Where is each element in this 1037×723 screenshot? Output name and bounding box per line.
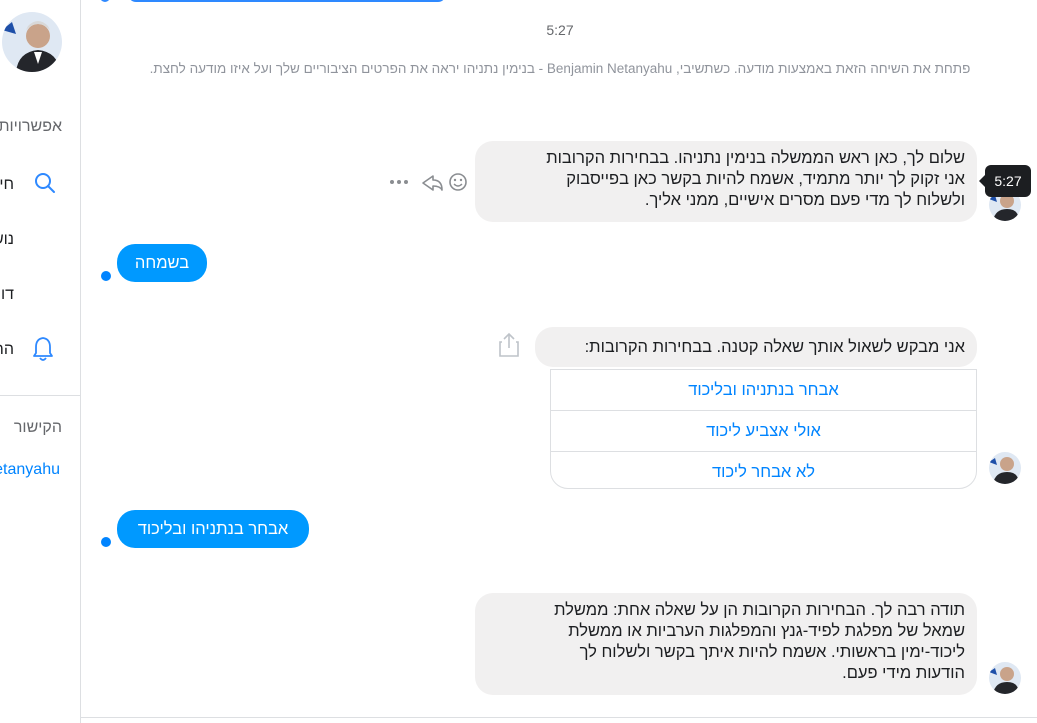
search-icon[interactable]	[34, 172, 56, 199]
message-line: ליכוד-ימין בראשותי. אשמח להיות איתך בקשר…	[579, 643, 965, 661]
sender-avatar[interactable]	[989, 452, 1021, 484]
options-header: אפשרויות	[0, 118, 62, 135]
message-line: הודעות מידי פעם.	[842, 664, 965, 682]
sidebar-item-topic[interactable]: נושא	[0, 231, 14, 249]
sidebar-item-report[interactable]: דוח	[0, 286, 14, 304]
profile-link[interactable]: Benjamin Netanyahu	[0, 461, 60, 479]
quick-reply-button[interactable]: לא אבחר ליכוד	[551, 452, 976, 488]
read-receipt-dot	[100, 270, 112, 282]
links-header: הקישור	[13, 419, 62, 436]
outgoing-message: בשמחה	[117, 244, 207, 282]
incoming-message: אני מבקש לשאול אותך שאלה קטנה. בבחירות ה…	[535, 327, 977, 367]
ad-notice: פתחת את השיחה הזאת באמצעות מודעה. כשתשיב…	[149, 61, 971, 76]
conversation-pane: 5:27 פתחת את השיחה הזאת באמצעות מודעה. כ…	[80, 0, 1037, 723]
profile-avatar[interactable]	[2, 12, 62, 72]
message-actions	[388, 170, 468, 194]
share-icon[interactable]	[498, 332, 520, 363]
incoming-message: שלום לך, כאן ראש הממשלה בנימין נתניהו. ב…	[475, 141, 977, 222]
sender-avatar[interactable]	[989, 662, 1021, 694]
quick-reply-button[interactable]: אבחר בנתניהו ובליכוד	[551, 370, 976, 411]
outgoing-message: אבחר בנתניהו ובליכוד	[117, 510, 309, 548]
composer-divider	[80, 717, 1037, 718]
read-receipt-dot	[100, 536, 112, 548]
sidebar-item-notifications[interactable]: התראות	[0, 341, 14, 359]
message-line: תודה רבה לך. הבחירות הקרובות הן על שאלה …	[554, 601, 965, 619]
sidebar-divider	[0, 395, 80, 396]
conversation-timestamp: 5:27	[546, 22, 574, 38]
search-in-conversation[interactable]: חיפוש בשיחה	[0, 176, 14, 194]
quick-replies: אבחר בנתניהו ובליכוד אולי אצביע ליכוד לא…	[550, 369, 977, 489]
incoming-message: תודה רבה לך. הבחירות הקרובות הן על שאלה …	[475, 593, 977, 695]
quick-reply-button[interactable]: אולי אצביע ליכוד	[551, 411, 976, 452]
read-receipt-dot	[100, 0, 110, 2]
previous-message-bubble	[128, 0, 446, 2]
message-line: ולשלוח לך מדי פעם מסרים אישיים, ממני אלי…	[644, 191, 965, 209]
conversation-info-sidebar: אפשרויות חיפוש בשיחה נושא דוח התראות הקי…	[0, 0, 81, 723]
message-line: שמאל של מפלגת לפיד-גנץ והמפלגות הערביות …	[568, 622, 965, 640]
more-icon[interactable]	[390, 180, 408, 184]
message-line: אני זקוק לך יותר מתמיד, אשמח להיות בקשר …	[566, 170, 965, 188]
emoji-icon[interactable]	[449, 173, 467, 191]
bell-icon[interactable]	[32, 336, 54, 367]
time-tooltip: 5:27	[979, 165, 1031, 197]
reply-icon[interactable]	[422, 175, 443, 191]
message-line: שלום לך, כאן ראש הממשלה בנימין נתניהו. ב…	[546, 149, 965, 167]
